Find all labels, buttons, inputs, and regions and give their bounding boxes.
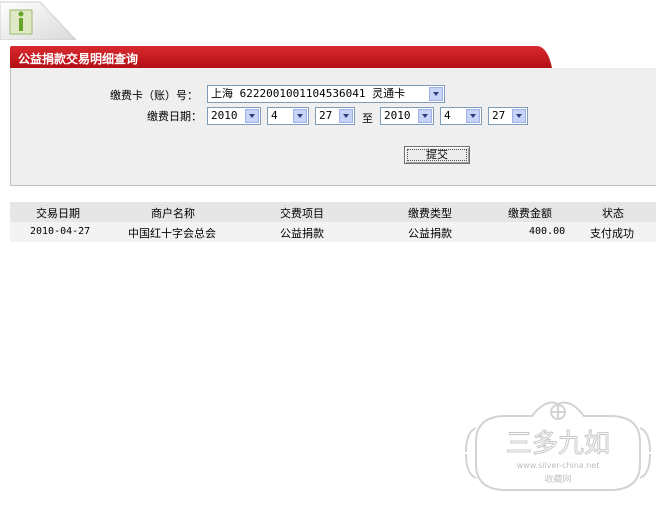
chevron-down-icon[interactable] <box>245 109 259 123</box>
column-header-type: 缴费类型 <box>408 207 452 220</box>
cell-amount: 400.00 <box>529 226 566 237</box>
end-month-value: 4 <box>444 109 451 122</box>
column-header-amount: 缴费金额 <box>508 207 552 220</box>
start-year-value: 2010 <box>211 109 238 122</box>
cell-item: 公益捐款 <box>280 227 324 240</box>
column-header-item: 交费项目 <box>280 207 324 220</box>
watermark-seal: 三多九如 www.silver-china.net 收藏网 <box>465 401 651 491</box>
info-icon <box>0 1 77 40</box>
cell-date: 2010-04-27 <box>30 226 91 237</box>
table-row: 2010-04-27 中国红十字会总会 公益捐款 公益捐款 400.00 支付成… <box>10 222 656 242</box>
start-day-select[interactable]: 27 <box>315 107 355 125</box>
chevron-down-icon[interactable] <box>429 87 443 101</box>
start-month-select[interactable]: 4 <box>267 107 309 125</box>
watermark-logo: 三多九如 www.silver-china.net 收藏网 <box>462 394 654 506</box>
table-header-row: 交易日期 商户名称 交费项目 缴费类型 缴费金额 状态 <box>10 202 656 222</box>
column-header-date: 交易日期 <box>36 207 80 220</box>
info-icon-box <box>0 0 80 40</box>
end-month-select[interactable]: 4 <box>440 107 482 125</box>
cell-type: 公益捐款 <box>408 227 452 240</box>
end-day-select[interactable]: 27 <box>488 107 528 125</box>
watermark-url: www.silver-china.net <box>517 461 600 470</box>
cell-status: 支付成功 <box>590 227 634 240</box>
page-title: 公益捐款交易明细查询 <box>18 52 139 66</box>
chevron-down-icon[interactable] <box>293 109 307 123</box>
watermark-sub: 收藏网 <box>544 473 571 485</box>
column-header-status: 状态 <box>602 207 624 220</box>
page-title-bar: 公益捐款交易明细查询 <box>10 46 552 68</box>
account-select[interactable]: 上海 6222001001104536041 灵通卡 <box>207 85 445 103</box>
end-year-select[interactable]: 2010 <box>380 107 434 125</box>
start-year-select[interactable]: 2010 <box>207 107 261 125</box>
chevron-down-icon[interactable] <box>339 109 353 123</box>
chevron-down-icon[interactable] <box>418 109 432 123</box>
submit-button[interactable]: 提交 <box>404 146 470 164</box>
cell-merchant: 中国红十字会总会 <box>128 227 216 240</box>
account-select-value: 上海 6222001001104536041 灵通卡 <box>211 87 406 100</box>
chevron-down-icon[interactable] <box>466 109 480 123</box>
chevron-down-icon[interactable] <box>512 109 526 123</box>
column-header-merchant: 商户名称 <box>151 207 195 220</box>
date-label: 缴费日期： <box>147 110 202 123</box>
watermark-title: 三多九如 <box>506 429 610 459</box>
start-day-value: 27 <box>319 109 333 122</box>
date-range-separator: 至 <box>362 112 373 125</box>
end-day-value: 27 <box>492 109 506 122</box>
end-year-value: 2010 <box>384 109 411 122</box>
account-label: 缴费卡（账）号： <box>110 89 198 102</box>
start-month-value: 4 <box>271 109 278 122</box>
